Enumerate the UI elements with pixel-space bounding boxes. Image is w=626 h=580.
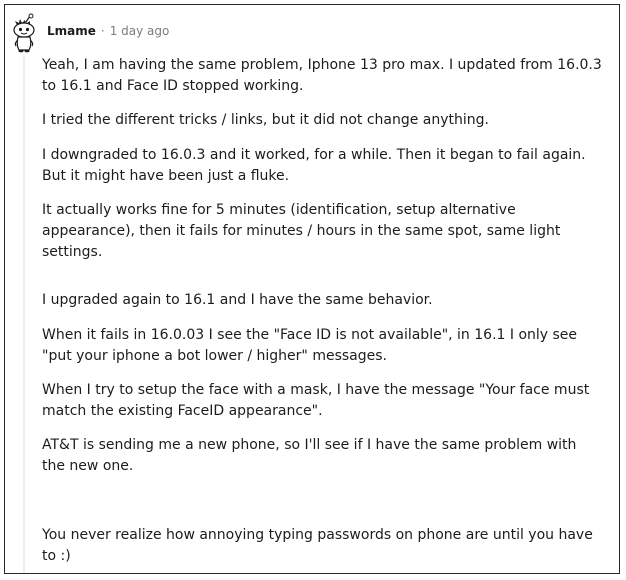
comment-paragraph: AT&T is sending me a new phone, so I'll … xyxy=(42,437,577,474)
comment-header: Lmame · 1 day ago xyxy=(11,13,169,53)
thread-collapse-line[interactable] xyxy=(23,55,25,573)
comment-paragraph: When it fails in 16.0.03 I see the "Face… xyxy=(42,327,578,364)
snoo-avatar-icon[interactable] xyxy=(11,13,39,53)
comment-paragraph: Yeah, I am having the same problem, Ipho… xyxy=(42,57,602,94)
comment-paragraph: You never realize how annoying typing pa… xyxy=(42,527,593,564)
comment-paragraph: When I try to setup the face with a mask… xyxy=(42,382,590,419)
comment-paragraph: It actually works fine for 5 minutes (id… xyxy=(42,202,561,260)
username-link[interactable]: Lmame xyxy=(47,23,96,39)
comment-card: Lmame · 1 day ago Yeah, I am having the … xyxy=(4,4,620,574)
comment-paragraph: I downgraded to 16.0.3 and it worked, fo… xyxy=(42,147,586,184)
comment-paragraph: I tried the different tricks / links, bu… xyxy=(42,112,489,128)
comment-paragraph: I upgraded again to 16.1 and I have the … xyxy=(42,292,433,308)
comment-meta: Lmame · 1 day ago xyxy=(47,23,169,39)
meta-separator: · xyxy=(100,24,105,38)
timestamp-link[interactable]: 1 day ago xyxy=(110,23,170,39)
